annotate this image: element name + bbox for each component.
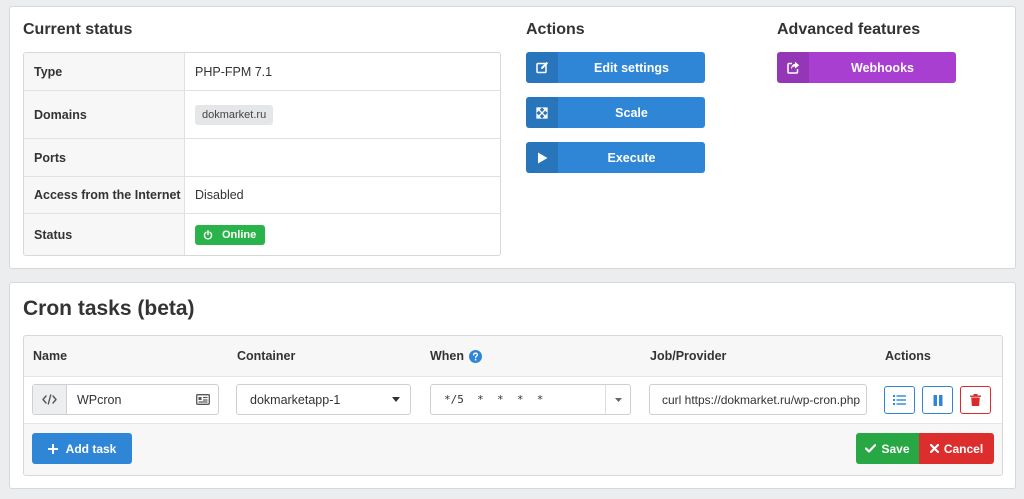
status-table: Type PHP-FPM 7.1 Domains dokmarket.ru Po… <box>23 52 501 256</box>
advanced-features-title: Advanced features <box>777 21 921 38</box>
schedule-dropdown-toggle[interactable] <box>605 385 630 414</box>
status-row-status: Status Online <box>24 213 500 255</box>
add-task-label: Add task <box>65 441 117 456</box>
list-icon <box>893 395 906 405</box>
caret-down-icon <box>392 397 400 402</box>
status-value <box>185 139 500 176</box>
add-task-button[interactable]: Add task <box>32 433 132 464</box>
cron-table: Name Container When Job/Provider Actions… <box>23 335 1003 476</box>
close-icon <box>929 444 939 453</box>
scale-button[interactable]: Scale <box>526 97 705 128</box>
pause-icon <box>933 394 943 406</box>
cron-tasks-title: Cron tasks (beta) <box>23 297 195 320</box>
edit-icon <box>526 52 558 83</box>
caret-down-icon <box>614 397 622 402</box>
save-label: Save <box>881 441 910 456</box>
power-icon <box>203 229 213 240</box>
cancel-label: Cancel <box>943 441 984 456</box>
status-key: Domains <box>24 91 185 138</box>
status-row-ports: Ports <box>24 138 500 176</box>
column-header-actions: Actions <box>885 349 931 363</box>
schedule-combobox[interactable]: */5 * * * * <box>430 384 631 415</box>
execute-button[interactable]: Execute <box>526 142 705 173</box>
status-badge: Online <box>195 224 266 245</box>
status-row-type: Type PHP-FPM 7.1 <box>24 53 500 90</box>
cancel-button[interactable]: Cancel <box>919 433 994 464</box>
save-button[interactable]: Save <box>856 433 919 464</box>
cron-task-row: WPcron dokmarketapp-1 */5 * * * * curl h… <box>24 376 1002 424</box>
status-row-access: Access from the Internet Disabled <box>24 176 500 213</box>
task-logs-button[interactable] <box>884 386 915 414</box>
id-card-icon <box>196 394 210 405</box>
container-select[interactable]: dokmarketapp-1 <box>236 384 411 415</box>
edit-settings-button[interactable]: Edit settings <box>526 52 705 83</box>
play-icon <box>526 142 558 173</box>
cron-panel: Cron tasks (beta) Name Container When Jo… <box>9 282 1016 489</box>
column-header-container: Container <box>237 349 296 363</box>
job-command-value[interactable]: curl https://dokmarket.ru/wp-cron.php <box>662 393 860 407</box>
execute-label: Execute <box>607 150 656 165</box>
status-key: Access from the Internet <box>24 177 185 213</box>
help-icon[interactable] <box>469 349 483 363</box>
status-badge-label: Online <box>222 228 257 241</box>
share-icon <box>777 52 809 83</box>
container-select-value: dokmarketapp-1 <box>250 392 341 407</box>
actions-title: Actions <box>526 21 585 38</box>
task-pause-button[interactable] <box>922 386 953 414</box>
status-row-domains: Domains dokmarket.ru <box>24 90 500 138</box>
current-status-title: Current status <box>23 21 133 38</box>
status-key: Status <box>24 214 185 255</box>
status-value: Disabled <box>195 188 244 202</box>
edit-settings-label: Edit settings <box>593 60 669 75</box>
column-header-job: Job/Provider <box>650 349 727 363</box>
status-panel: Current status Type PHP-FPM 7.1 Domains … <box>9 6 1016 269</box>
domain-tag[interactable]: dokmarket.ru <box>195 104 274 125</box>
task-delete-button[interactable] <box>960 386 991 414</box>
job-command-input[interactable]: curl https://dokmarket.ru/wp-cron.php <box>649 384 867 415</box>
status-key: Ports <box>24 139 185 176</box>
task-name-value[interactable]: WPcron <box>77 393 196 407</box>
webhooks-button[interactable]: Webhooks <box>777 52 956 83</box>
plus-icon <box>47 443 58 454</box>
status-key: Type <box>24 53 185 90</box>
check-icon <box>865 444 877 453</box>
trash-icon <box>970 394 981 406</box>
column-header-when: When <box>430 349 483 363</box>
column-header-name: Name <box>33 349 68 363</box>
scale-label: Scale <box>615 105 648 120</box>
column-header-when-label: When <box>430 349 465 363</box>
code-icon <box>33 385 67 414</box>
webhooks-label: Webhooks <box>851 60 914 75</box>
expand-icon <box>526 97 558 128</box>
task-name-field[interactable]: WPcron <box>32 384 219 415</box>
status-value: PHP-FPM 7.1 <box>195 64 273 79</box>
schedule-value[interactable]: */5 * * * * <box>444 393 605 406</box>
